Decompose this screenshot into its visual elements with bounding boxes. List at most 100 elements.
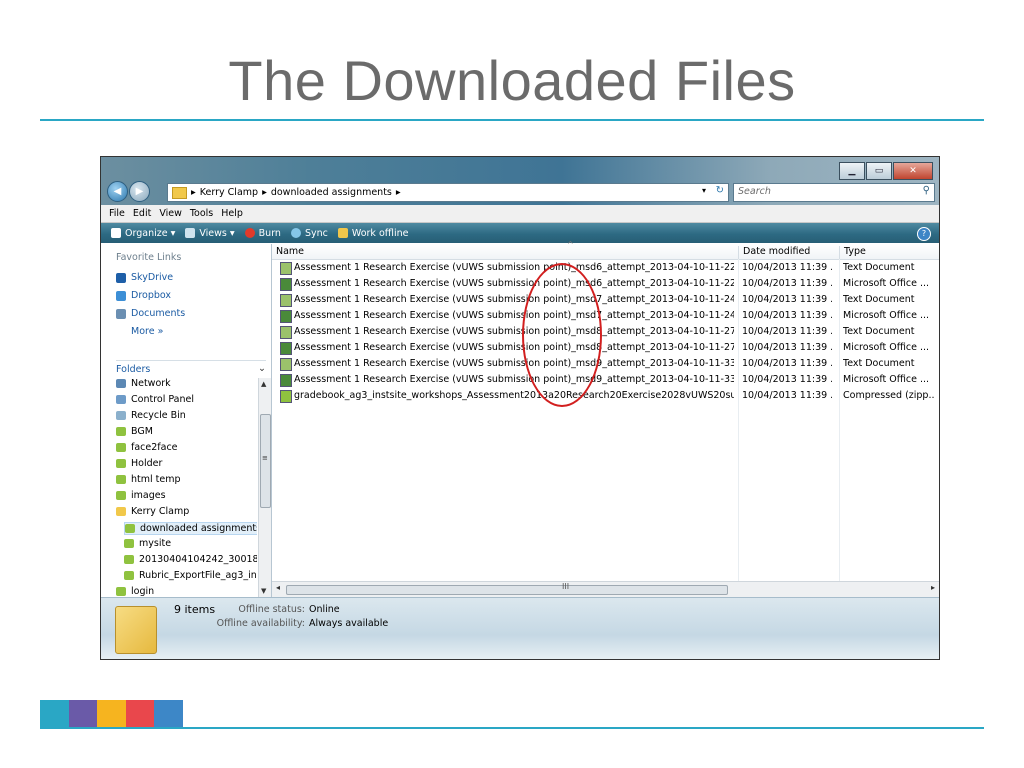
network-icon	[116, 379, 126, 388]
tree-item-mysite[interactable]: mysite	[124, 538, 171, 549]
search-input[interactable]: Search ⚲	[733, 183, 935, 202]
tree-item-face2face[interactable]: face2face	[116, 442, 178, 453]
burn-label: Burn	[258, 227, 281, 239]
file-type: Microsoft Office ...	[843, 374, 930, 385]
burn-button[interactable]: Burn	[244, 227, 281, 239]
menu-edit[interactable]: Edit	[133, 208, 151, 219]
sync-button[interactable]: Sync	[290, 228, 328, 239]
favorite-more[interactable]: More »	[131, 326, 163, 337]
address-bar[interactable]: ▸ Kerry Clamp ▸ downloaded assignments ▸…	[167, 183, 729, 202]
column-date-modified[interactable]: Date modified	[738, 246, 835, 259]
scroll-down-icon[interactable]: ▼	[261, 587, 266, 595]
menu-tools[interactable]: Tools	[190, 208, 213, 219]
breadcrumb-separator[interactable]: ▸	[262, 187, 267, 198]
file-name: Assessment 1 Research Exercise (vUWS sub…	[294, 278, 734, 289]
tree-item-recycle-bin[interactable]: Recycle Bin	[116, 410, 186, 421]
favorite-documents[interactable]: Documents	[116, 308, 185, 319]
address-arrow: ▸	[191, 187, 196, 198]
folder-icon	[116, 459, 126, 468]
navigation-pane: Favorite Links SkyDrive Dropbox Documents M…	[101, 244, 272, 597]
file-row[interactable]: Assessment 1 Research Exercise (vUWS sub…	[278, 260, 939, 276]
chevron-down-icon[interactable]: ⌄	[258, 363, 266, 374]
refresh-icon[interactable]: ↻	[716, 185, 724, 196]
folder-icon	[116, 491, 126, 500]
tree-item-downloaded-assignments[interactable]: downloaded assignments	[124, 522, 257, 535]
scroll-right-icon[interactable]: ▸	[931, 583, 935, 592]
tree-item-label: BGM	[131, 426, 153, 437]
file-row[interactable]: Assessment 1 Research Exercise (vUWS sub…	[278, 308, 939, 324]
tree-item-images[interactable]: images	[116, 490, 166, 501]
color-block	[154, 700, 183, 728]
scroll-left-icon[interactable]: ◂	[276, 583, 280, 592]
menu-file[interactable]: File	[109, 208, 125, 219]
folder-icon	[124, 539, 134, 548]
folders-header[interactable]: Folders ⌄	[116, 360, 266, 375]
file-row[interactable]: Assessment 1 Research Exercise (vUWS sub…	[278, 276, 939, 292]
maximize-button[interactable]: ▭	[866, 162, 892, 180]
office-file-icon	[280, 374, 292, 387]
menu-help[interactable]: Help	[221, 208, 243, 219]
text-file-icon	[280, 294, 292, 307]
favorite-dropbox[interactable]: Dropbox	[116, 290, 171, 301]
documents-icon	[116, 308, 126, 319]
recycle-bin-icon	[116, 411, 126, 420]
file-name: gradebook_ag3_instsite_workshops_Assessm…	[294, 390, 734, 401]
tree-item-bgm[interactable]: BGM	[116, 426, 153, 437]
breadcrumb-separator[interactable]: ▸	[396, 187, 401, 198]
horizontal-scrollbar[interactable]: ◂ III ▸	[272, 581, 939, 597]
menu-view[interactable]: View	[159, 208, 182, 219]
back-button[interactable]: ◀	[107, 181, 128, 202]
slide-title: The Downloaded Files	[228, 49, 796, 112]
work-offline-button[interactable]: Work offline	[337, 227, 409, 239]
help-icon[interactable]: ?	[917, 227, 931, 241]
folder-icon	[124, 555, 134, 564]
file-type: Compressed (zipp...	[843, 390, 935, 401]
close-button[interactable]: ✕	[893, 162, 933, 180]
tree-item-kerry-clamp[interactable]: Kerry Clamp	[116, 506, 189, 517]
file-type: Text Document	[843, 294, 915, 305]
details-pane: 9 items Offline status: Online Offline a…	[101, 597, 939, 659]
folder-tree-scrollbar[interactable]: ▲ ≡ ▼	[258, 378, 271, 597]
work-offline-label: Work offline	[351, 227, 409, 239]
offline-availability-value: Always available	[309, 618, 389, 629]
user-folder-icon	[116, 507, 126, 516]
title-bar[interactable]: ▁ ▭ ✕ ◀ ▶ ▸ Kerry Clamp ▸ downloaded ass…	[101, 157, 939, 205]
views-label: Views ▾	[199, 227, 235, 239]
views-button[interactable]: Views ▾	[185, 227, 235, 239]
file-row[interactable]: Assessment 1 Research Exercise (vUWS sub…	[278, 356, 939, 372]
breadcrumb-downloaded-assignments[interactable]: downloaded assignments	[271, 187, 392, 198]
organize-button[interactable]: Organize ▾	[111, 228, 175, 239]
tree-item-label: images	[131, 490, 166, 501]
tree-item-html-temp[interactable]: html temp	[116, 474, 181, 485]
favorite-label: SkyDrive	[131, 272, 174, 283]
file-row[interactable]: Assessment 1 Research Exercise (vUWS sub…	[278, 372, 939, 388]
horizontal-scrollbar-thumb[interactable]	[286, 585, 728, 595]
tree-item-network[interactable]: Network	[116, 378, 171, 389]
favorite-skydrive[interactable]: SkyDrive	[116, 272, 173, 283]
folder-icon	[116, 587, 126, 596]
address-dropdown-icon[interactable]: ▾	[702, 186, 706, 195]
column-name[interactable]: Name	[272, 246, 738, 259]
file-row[interactable]: Assessment 1 Research Exercise (vUWS sub…	[278, 292, 939, 308]
tree-item-login[interactable]: login	[116, 586, 154, 597]
column-type[interactable]: Type	[839, 246, 939, 259]
breadcrumb-kerry-clamp[interactable]: Kerry Clamp	[200, 187, 258, 198]
control-panel-icon	[116, 395, 126, 404]
tree-item-holder[interactable]: Holder	[116, 458, 162, 469]
tree-item-label: Rubric_ExportFile_ag3_inst	[139, 570, 257, 581]
search-icon[interactable]: ⚲	[923, 185, 930, 196]
file-row[interactable]: Assessment 1 Research Exercise (vUWS sub…	[278, 324, 939, 340]
forward-button[interactable]: ▶	[129, 181, 150, 202]
folder-icon	[124, 571, 134, 580]
tree-item-control-panel[interactable]: Control Panel	[116, 394, 194, 405]
file-type: Text Document	[843, 262, 915, 273]
file-row[interactable]: Assessment 1 Research Exercise (vUWS sub…	[278, 340, 939, 356]
file-type: Text Document	[843, 326, 915, 337]
tree-item-20130404104242-30018641[interactable]: 20130404104242_30018641	[124, 554, 257, 565]
tree-item-rubric-exportfile-ag3-inst[interactable]: Rubric_ExportFile_ag3_inst	[124, 570, 257, 581]
bottom-rule	[40, 727, 984, 729]
scroll-up-icon[interactable]: ▲	[261, 380, 266, 388]
minimize-button[interactable]: ▁	[839, 162, 865, 180]
file-row[interactable]: gradebook_ag3_instsite_workshops_Assessm…	[278, 388, 939, 404]
work-offline-icon	[337, 228, 348, 238]
